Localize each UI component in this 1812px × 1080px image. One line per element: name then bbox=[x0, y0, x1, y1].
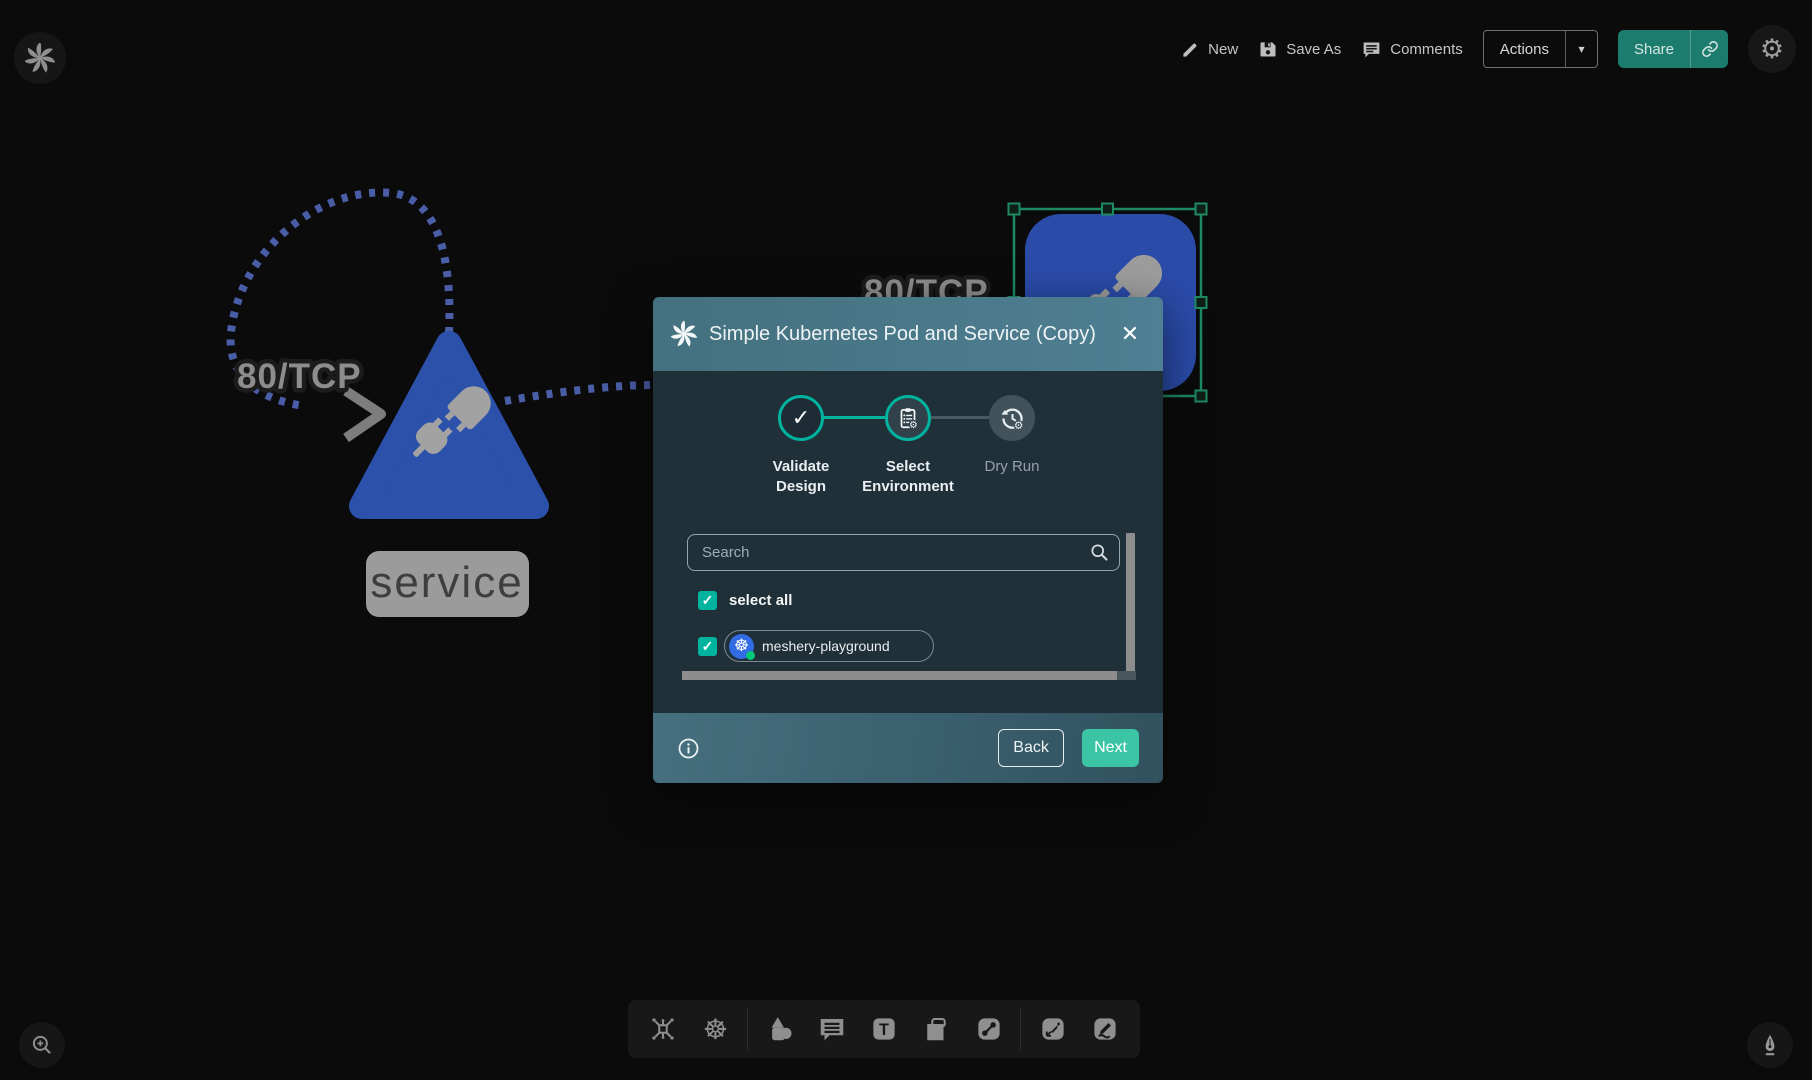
connection-status-dot bbox=[746, 651, 755, 660]
meshery-logo-icon bbox=[25, 43, 55, 73]
share-split-button[interactable]: Share bbox=[1618, 30, 1728, 68]
search-icon bbox=[1089, 542, 1110, 563]
environment-name: meshery-playground bbox=[762, 638, 890, 654]
step-connector-pending bbox=[931, 416, 989, 419]
bottom-toolbar: ☸ T bbox=[628, 1000, 1140, 1058]
new-label: New bbox=[1208, 41, 1238, 58]
component-chip-icon bbox=[648, 1014, 678, 1044]
freehand-draw-button[interactable] bbox=[1084, 1007, 1126, 1051]
back-button[interactable]: Back bbox=[998, 729, 1064, 767]
horizontal-scrollbar-thumb[interactable] bbox=[682, 671, 1117, 680]
app-logo-button[interactable] bbox=[14, 32, 66, 84]
svg-text:⚙: ⚙ bbox=[909, 420, 918, 431]
info-icon[interactable] bbox=[677, 737, 700, 760]
toolbar-divider bbox=[747, 1008, 748, 1050]
modal-title: Simple Kubernetes Pod and Service (Copy) bbox=[709, 323, 1115, 346]
modal-header: Simple Kubernetes Pod and Service (Copy)… bbox=[653, 297, 1163, 371]
comments-button[interactable]: Comments bbox=[1361, 39, 1463, 60]
svg-text:⚙: ⚙ bbox=[1013, 419, 1023, 432]
step-label-select-environment: Select Environment bbox=[853, 457, 963, 497]
copy-link-icon[interactable] bbox=[1690, 30, 1728, 68]
save-as-label: Save As bbox=[1286, 41, 1341, 58]
step-connector-done bbox=[824, 416, 885, 419]
pencil-icon bbox=[1181, 40, 1200, 59]
kubernetes-tools-button[interactable]: ☸ bbox=[694, 1007, 736, 1051]
check-icon: ✓ bbox=[702, 638, 714, 655]
check-icon: ✓ bbox=[702, 592, 714, 609]
save-icon bbox=[1258, 39, 1278, 59]
caret-down-icon[interactable]: ▾ bbox=[1565, 31, 1597, 67]
save-as-button[interactable]: Save As bbox=[1258, 39, 1341, 59]
check-icon: ✓ bbox=[792, 405, 810, 431]
environment-chip[interactable]: ☸ meshery-playground bbox=[724, 630, 934, 662]
gear-icon: ⚙ bbox=[1760, 34, 1784, 65]
actions-split-button[interactable]: Actions ▾ bbox=[1483, 30, 1598, 68]
link-nodes-button[interactable] bbox=[968, 1007, 1010, 1051]
app-root: service 80/TCP 80/TCP bbox=[0, 0, 1812, 1080]
select-all-label: select all bbox=[729, 591, 792, 610]
components-button[interactable] bbox=[642, 1007, 684, 1051]
settings-gear-button[interactable]: ⚙ bbox=[1748, 25, 1796, 73]
share-label[interactable]: Share bbox=[1618, 30, 1690, 68]
zoom-in-button[interactable] bbox=[19, 1022, 65, 1068]
toolbar-divider bbox=[1020, 1008, 1021, 1050]
next-button[interactable]: Next bbox=[1082, 729, 1139, 767]
text-tool-button[interactable]: T bbox=[863, 1007, 905, 1051]
environment-search bbox=[687, 534, 1120, 571]
shapes-button[interactable] bbox=[758, 1007, 800, 1051]
environment-checkbox[interactable]: ✓ bbox=[698, 637, 717, 656]
comment-icon bbox=[817, 1014, 847, 1044]
pencil-wave-icon bbox=[1090, 1014, 1120, 1044]
node-service-triangle[interactable] bbox=[362, 344, 536, 506]
modal-footer: Back Next bbox=[653, 713, 1163, 783]
step-select-environment[interactable]: ⚙ bbox=[885, 395, 931, 441]
comments-label: Comments bbox=[1390, 41, 1463, 58]
service-node-label: service bbox=[370, 558, 523, 607]
vertical-scrollbar[interactable] bbox=[1126, 533, 1135, 673]
horizontal-scrollbar[interactable] bbox=[682, 671, 1136, 680]
sticky-note-icon bbox=[921, 1014, 951, 1044]
comment-icon bbox=[1361, 39, 1382, 60]
actions-label[interactable]: Actions bbox=[1484, 31, 1565, 67]
zoom-in-icon bbox=[29, 1032, 55, 1058]
edge-draw-button[interactable] bbox=[1032, 1007, 1074, 1051]
kubernetes-icon: ☸ bbox=[703, 1013, 728, 1046]
select-all-checkbox[interactable]: ✓ bbox=[698, 591, 717, 610]
top-toolbar: New Save As Comments Actions ▾ bbox=[1181, 28, 1796, 70]
pen-nib-icon bbox=[1757, 1032, 1783, 1058]
search-input[interactable] bbox=[687, 534, 1120, 571]
deploy-design-modal: Simple Kubernetes Pod and Service (Copy)… bbox=[653, 297, 1163, 783]
note-tool-button[interactable] bbox=[915, 1007, 957, 1051]
pen-arrow-icon bbox=[1038, 1014, 1068, 1044]
step-validate-design[interactable]: ✓ bbox=[778, 395, 824, 441]
edge-arrowhead-icon bbox=[346, 391, 381, 438]
edge-label-left: 80/TCP bbox=[237, 357, 362, 396]
connect-nodes-icon bbox=[974, 1014, 1004, 1044]
step-label-validate-design: Validate Design bbox=[746, 457, 856, 497]
new-button[interactable]: New bbox=[1181, 40, 1238, 59]
shapes-icon bbox=[764, 1014, 794, 1044]
step-label-dry-run: Dry Run bbox=[957, 457, 1067, 477]
dry-run-history-gear-icon: ⚙ bbox=[999, 405, 1026, 432]
close-icon[interactable]: ✕ bbox=[1115, 319, 1145, 349]
text-icon: T bbox=[869, 1014, 899, 1044]
meshery-logo-icon bbox=[671, 321, 697, 347]
step-dry-run[interactable]: ⚙ bbox=[989, 395, 1035, 441]
kubernetes-icon: ☸ bbox=[729, 634, 754, 659]
comment-tool-button[interactable] bbox=[811, 1007, 853, 1051]
svg-text:T: T bbox=[879, 1021, 889, 1039]
annotate-pen-button[interactable] bbox=[1747, 1022, 1793, 1068]
clipboard-gear-icon: ⚙ bbox=[895, 405, 921, 431]
